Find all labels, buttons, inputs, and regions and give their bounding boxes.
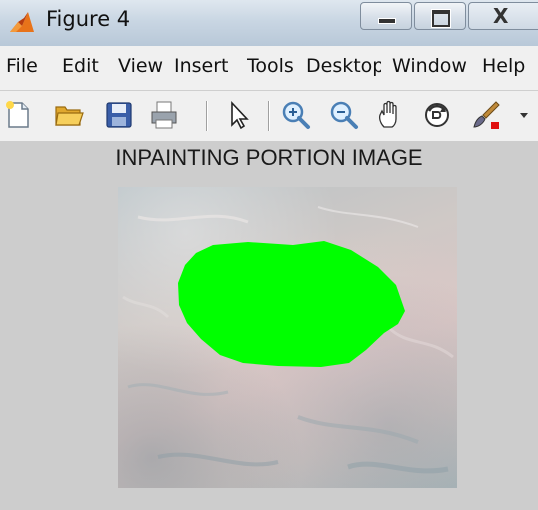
brush-dropdown-button[interactable] [518, 109, 530, 121]
menu-file[interactable]: File [6, 55, 54, 77]
window-title-bar[interactable]: Figure 4 X [0, 0, 538, 47]
pointer-icon [231, 100, 249, 130]
print-icon [151, 101, 177, 129]
save-icon [106, 102, 132, 128]
pan-button[interactable] [374, 99, 406, 131]
new-file-icon [6, 101, 29, 128]
menu-window[interactable]: Window [392, 55, 472, 77]
green-mask-shape [178, 241, 405, 367]
menu-edit[interactable]: Edit [62, 55, 109, 77]
data-brush-icon [473, 101, 500, 129]
rotate-3d-icon [425, 103, 449, 127]
zoom-out-button[interactable] [328, 99, 360, 131]
zoom-in-button[interactable] [280, 99, 312, 131]
toolbar-separator [268, 101, 270, 131]
menu-view[interactable]: View [118, 55, 166, 77]
open-file-button[interactable] [53, 99, 85, 131]
plot-title: INPAINTING PORTION IMAGE [115, 145, 423, 170]
edit-plot-button[interactable] [224, 99, 256, 131]
maximize-icon [431, 9, 451, 28]
minimize-button[interactable] [360, 2, 412, 30]
zoom-in-icon [282, 101, 310, 129]
brush-data-button[interactable] [470, 99, 502, 131]
image-axes [118, 187, 457, 488]
menu-bar: File Edit View Insert Tools Desktop Wind… [0, 46, 538, 91]
pan-hand-icon [378, 100, 397, 128]
maximize-button[interactable] [414, 2, 466, 30]
chevron-down-icon [520, 113, 528, 118]
menu-desktop[interactable]: Desktop [306, 55, 381, 77]
save-figure-button[interactable] [103, 99, 135, 131]
rotate-3d-button[interactable] [421, 99, 453, 131]
new-figure-button[interactable] [2, 99, 34, 131]
close-icon: X [493, 4, 509, 28]
toolbar-separator [206, 101, 208, 131]
menu-help[interactable]: Help [482, 55, 530, 77]
minimize-icon [378, 18, 396, 24]
print-figure-button[interactable] [148, 99, 180, 131]
open-folder-icon [55, 106, 84, 126]
window-title: Figure 4 [46, 7, 131, 31]
close-button[interactable]: X [468, 2, 538, 30]
matlab-logo-icon [10, 12, 34, 32]
zoom-out-icon [330, 101, 358, 129]
menu-insert[interactable]: Insert [174, 55, 228, 77]
menu-tools[interactable]: Tools [247, 55, 297, 77]
figure-toolbar [0, 91, 538, 141]
inpainting-mask-region [178, 241, 405, 367]
